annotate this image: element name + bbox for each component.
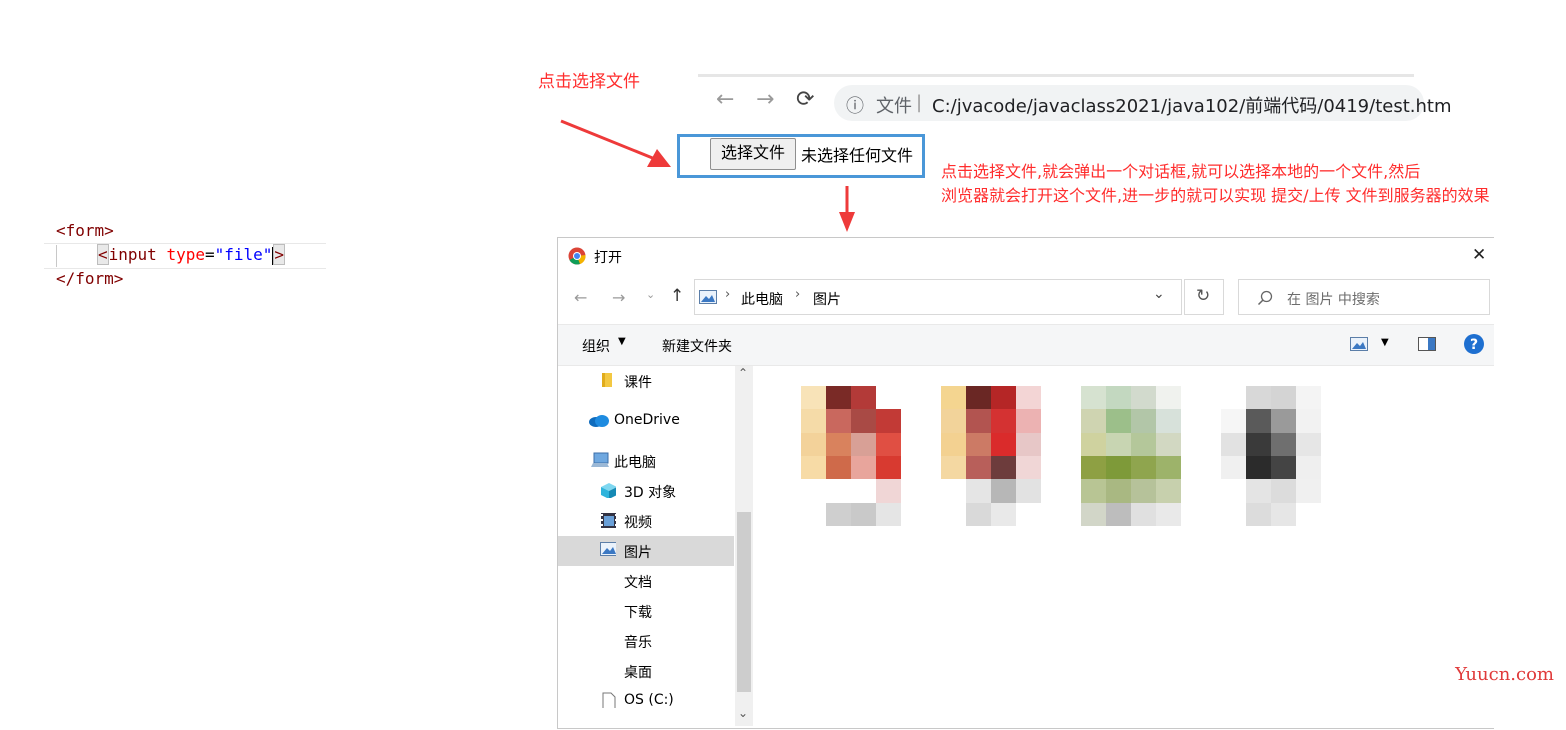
nav-label: OneDrive (614, 412, 680, 428)
scroll-down-icon[interactable]: ⌄ (738, 706, 748, 720)
breadcrumb-pictures[interactable]: 图片 (813, 289, 841, 309)
file-thumbnail-3[interactable] (1081, 386, 1181, 526)
dialog-title: 打开 (594, 247, 622, 267)
browser-toolbar: ← → ⟳ ⓘ 文件 | C:/jvacode/javaclass2021/ja… (698, 74, 1414, 129)
reload-button[interactable]: ⟳ (796, 87, 814, 112)
forward-button[interactable]: → (756, 87, 774, 112)
type-attribute: type (166, 245, 205, 264)
view-options-icon[interactable] (1350, 337, 1368, 351)
choose-file-button[interactable]: 选择文件 (710, 138, 796, 170)
scheme-label: 文件 (876, 92, 912, 118)
file-value: "file" (215, 245, 273, 264)
file-thumbnail-4[interactable] (1221, 386, 1321, 526)
nav-item-pictures[interactable]: 图片 (558, 536, 734, 566)
scroll-thumb[interactable] (737, 512, 751, 692)
breadcrumb-chevron-icon: › (725, 287, 730, 302)
back-button[interactable]: ← (716, 87, 734, 112)
nav-item-3d-objects[interactable]: 3D 对象 (558, 476, 734, 506)
code-line-input: <input type="file"> (56, 243, 285, 267)
dialog-titlebar: 打开 ✕ (558, 238, 1494, 274)
scheme-separator: | (916, 92, 922, 113)
search-icon (1257, 290, 1273, 306)
nav-label: 下载 (624, 602, 652, 622)
breadcrumb-chevron-icon: › (795, 287, 800, 302)
forward-arrow-icon[interactable]: → (612, 288, 625, 307)
organize-dropdown-icon[interactable]: ▼ (618, 336, 626, 347)
refresh-icon: ↻ (1196, 286, 1210, 306)
onedrive-icon (588, 412, 610, 428)
nav-label: 此电脑 (614, 452, 656, 472)
drive-icon (602, 692, 618, 708)
help-icon[interactable]: ? (1463, 333, 1485, 355)
nav-item-onedrive[interactable]: OneDrive (558, 406, 734, 436)
pictures-icon (600, 542, 616, 558)
refresh-button[interactable]: ↻ (1184, 279, 1224, 315)
nav-label: 文档 (624, 572, 652, 592)
file-input-highlight: 选择文件 未选择任何文件 (677, 134, 925, 178)
nav-item-courseware[interactable]: 课件 (558, 366, 734, 396)
file-thumbnail-1[interactable] (801, 386, 901, 526)
nav-label: 视频 (624, 512, 652, 532)
arrow-to-file-input (555, 115, 685, 175)
nav-label: 图片 (624, 542, 652, 562)
nav-label: 3D 对象 (624, 482, 676, 502)
nav-label: OS (C:) (624, 692, 674, 708)
url-text: C:/jvacode/javaclass2021/java102/前端代码/04… (932, 92, 1452, 118)
pictures-folder-icon (699, 290, 717, 304)
3d-objects-icon (600, 482, 616, 498)
angle-bracket: < (97, 244, 109, 265)
nav-item-this-pc[interactable]: 此电脑 (558, 446, 734, 476)
nav-item-music[interactable]: 音乐 (558, 626, 734, 656)
nav-label: 桌面 (624, 662, 652, 682)
chrome-icon (568, 247, 586, 265)
no-file-text: 未选择任何文件 (801, 142, 913, 166)
description-line-2: 浏览器就会打开这个文件,进一步的就可以实现 提交/上传 文件到服务器的效果 (941, 182, 1490, 206)
new-folder-button[interactable]: 新建文件夹 (662, 336, 732, 356)
back-arrow-icon[interactable]: ← (574, 288, 587, 307)
video-icon (600, 512, 616, 528)
organize-button[interactable]: 组织 (582, 336, 610, 356)
click-label: 点击选择文件 (538, 67, 640, 92)
nav-item-desktop[interactable]: 桌面 (558, 656, 734, 686)
breadcrumb-this-pc[interactable]: 此电脑 (741, 289, 783, 309)
file-thumbnail-2[interactable] (941, 386, 1041, 526)
nav-label: 课件 (624, 372, 652, 392)
search-input[interactable]: 在 图片 中搜索 (1238, 279, 1490, 315)
dialog-command-bar: 组织 ▼ 新建文件夹 ▼ ? (558, 324, 1494, 366)
code-line-form-close: </form> (56, 267, 123, 291)
code-line-form-open: <form> (56, 219, 114, 243)
dialog-address-box[interactable]: › 此电脑 › 图片 ⌄ (694, 279, 1182, 315)
navigation-pane: 课件 OneDrive 此电脑 3D 对象 视频 图片 文档 下载 音乐 (558, 366, 754, 726)
recent-chevron-icon[interactable]: ⌄ (646, 288, 655, 301)
this-pc-icon (590, 452, 610, 468)
nav-item-documents[interactable]: 文档 (558, 566, 734, 596)
scroll-up-icon[interactable]: ⌃ (738, 366, 748, 380)
view-dropdown-icon[interactable]: ▼ (1381, 337, 1389, 348)
nav-item-os-drive[interactable]: OS (C:) (558, 686, 734, 716)
folder-icon (600, 372, 616, 388)
open-file-dialog: 打开 ✕ ← → ⌄ ↑ › 此电脑 › 图片 ⌄ ↻ 在 图片 中搜索 (557, 237, 1494, 729)
description-line-1: 点击选择文件,就会弹出一个对话框,就可以选择本地的一个文件,然后 (941, 158, 1420, 182)
svg-text:?: ? (1470, 337, 1478, 353)
up-arrow-icon[interactable]: ↑ (670, 286, 684, 306)
nav-scrollbar[interactable]: ⌃ ⌄ (735, 366, 753, 726)
nav-label: 音乐 (624, 632, 652, 652)
preview-pane-icon[interactable] (1418, 337, 1436, 351)
address-bar[interactable]: ⓘ 文件 | C:/jvacode/javaclass2021/java102/… (834, 85, 1424, 121)
angle-bracket-close: > (273, 244, 285, 265)
dialog-address-row: ← → ⌄ ↑ › 此电脑 › 图片 ⌄ ↻ 在 图片 中搜索 (558, 278, 1494, 322)
nav-item-videos[interactable]: 视频 (558, 506, 734, 536)
close-icon[interactable]: ✕ (1472, 245, 1486, 265)
watermark: Yuucn.com (1455, 664, 1554, 685)
info-icon[interactable]: ⓘ (846, 92, 864, 118)
search-placeholder: 在 图片 中搜索 (1287, 289, 1380, 309)
input-tag: input (109, 245, 157, 264)
nav-item-downloads[interactable]: 下载 (558, 596, 734, 626)
address-dropdown-icon[interactable]: ⌄ (1153, 286, 1165, 302)
arrow-to-dialog (834, 184, 860, 234)
